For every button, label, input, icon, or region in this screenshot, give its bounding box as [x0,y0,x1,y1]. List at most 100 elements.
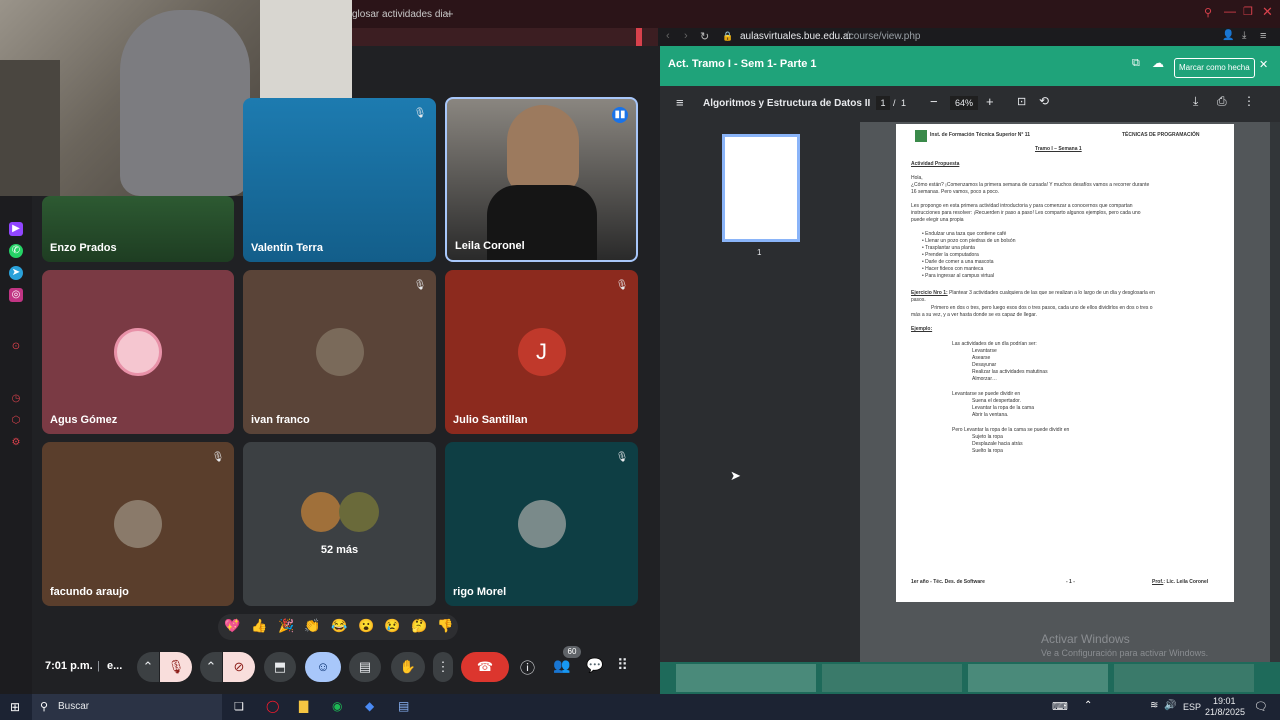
settings-icon[interactable]: ⚙ [9,436,23,450]
pdf-more-icon[interactable]: ⋮ [1243,94,1255,108]
list-item: • Llenar un pozo con piedras de un bolsó… [922,238,1016,244]
participant-tile[interactable]: 🎙 rigo Morel [445,442,638,606]
app-icon[interactable]: ◆ [365,699,374,713]
reaction-clap[interactable]: 👏 [304,618,320,634]
close-icon[interactable]: ✕ [1262,4,1273,20]
file-explorer-icon[interactable]: ▇ [299,699,308,713]
extensions-icon[interactable]: ⬡ [9,414,23,428]
volume-icon[interactable]: 🔊 [1164,700,1176,711]
course-strip [660,662,1280,694]
keyboard-icon[interactable]: ⌨ [1052,700,1068,713]
history-icon[interactable]: ◷ [9,392,23,406]
left-address-bar[interactable] [352,28,658,46]
more-options-button[interactable]: ⋮ [433,652,453,682]
download-icon[interactable]: ⤓ [1242,30,1246,41]
notification-icon[interactable]: 🗨 [1254,700,1268,713]
task-view-icon[interactable]: ❏ [234,700,244,713]
reaction-sad[interactable]: 😢 [384,618,400,634]
download-pdf-icon[interactable]: ⤓ [1193,94,1198,109]
instagram-icon[interactable]: ◎ [9,288,23,302]
reaction-heart[interactable]: 💖 [224,618,240,634]
print-icon[interactable]: ⎙ [1217,94,1227,109]
page-thumbnail[interactable] [722,134,800,242]
rotate-icon[interactable]: ⟲ [1039,94,1049,108]
participant-tile-speaking[interactable]: ▮▮ Leila Coronel [445,97,638,262]
reaction-thinking[interactable]: 🤔 [411,618,427,634]
zoom-out-icon[interactable]: − [930,94,938,109]
info-icon[interactable]: ⓘ [520,657,535,678]
taskbar-search[interactable]: ⚲ Buscar [32,694,222,720]
account-icon[interactable]: 👤 [1222,30,1234,41]
meeting-code[interactable]: e... [107,660,122,672]
music-icon[interactable]: ⊙ [9,340,23,354]
participant-tile[interactable]: Agus Gómez [42,270,234,434]
zoom-input[interactable]: 64% [950,96,978,110]
course-card[interactable] [968,664,1108,692]
telegram-icon[interactable]: ➤ [9,266,23,280]
participant-name: Agus Gómez [50,414,118,426]
participant-tile[interactable]: Enzo Prados [42,196,234,262]
course-card[interactable] [676,664,816,692]
mic-toggle-button[interactable]: 🎙 [160,652,192,682]
clock-date[interactable]: 21/8/2025 [1205,707,1245,717]
participant-tile[interactable]: 🎙 Valentín Terra [243,98,436,262]
windows-start-icon[interactable]: ⊞ [10,700,20,714]
participant-tile[interactable]: 🎙 facundo araujo [42,442,234,606]
tray-chevron-icon[interactable]: ⌃ [1084,700,1092,711]
reaction-thumbs-up[interactable]: 👍 [251,618,267,634]
search-icon[interactable]: ⚲ [1204,6,1212,19]
course-card[interactable] [822,664,962,692]
course-card[interactable] [1114,664,1254,692]
raise-hand-button[interactable]: ✋ [391,652,425,682]
participant-tile[interactable]: J 🎙 Julio Santillan [445,270,638,434]
cloud-download-icon[interactable]: ☁ [1152,56,1164,70]
reaction-surprised[interactable]: 😮 [358,618,374,634]
reaction-party[interactable]: 🎉 [278,618,294,634]
tramo-title: Tramo I – Semana 1 [1035,146,1082,152]
participant-name: Valentín Terra [251,242,323,254]
video-options-button[interactable]: ⌃ [200,652,222,682]
wifi-icon[interactable]: ≋ [1150,700,1158,711]
restore-icon[interactable]: ❐ [1243,5,1253,18]
notepad-icon[interactable]: ▤ [398,699,409,713]
reload-icon[interactable]: ↻ [700,30,709,43]
activation-title: Activar Windows [1041,632,1130,646]
activities-icon[interactable]: ⠿ [617,656,628,674]
twitch-icon[interactable]: ▶ [9,222,23,236]
language-indicator[interactable]: ESP [1183,702,1201,712]
hamburger-icon[interactable]: ≡ [676,95,684,110]
page-current-input[interactable]: 1 [876,96,890,110]
minimize-icon[interactable]: — [1224,4,1236,18]
forward-icon[interactable]: › [684,30,688,42]
camera-toggle-button[interactable]: ⊘ [223,652,255,682]
example-line: Las actividades de un día podrían ser: [952,341,1037,347]
captions-button[interactable]: ▤ [349,652,381,682]
spotify-icon[interactable]: ◉ [332,699,342,713]
present-button[interactable]: ⬒ [264,652,296,682]
fit-page-icon[interactable]: ⊡ [1017,95,1026,108]
audio-options-button[interactable]: ⌃ [137,652,159,682]
people-icon[interactable]: 👥 [553,657,570,674]
mark-done-button[interactable]: Marcar como hecha [1174,58,1255,78]
participant-tile[interactable]: 🎙 ivan franco [243,270,436,434]
more-participants-tile[interactable]: 52 más [243,442,436,606]
chat-icon[interactable]: 💬 [586,657,603,674]
list-item: • Prender la computadora [922,252,979,258]
menu-icon[interactable]: ≡ [1260,30,1266,42]
reaction-thumbs-down[interactable]: 👎 [437,618,453,634]
zoom-in-icon[interactable]: + [986,94,994,109]
paragraph-line: pasos. [911,297,926,303]
thumbnail-label: 1 [757,248,762,257]
address-bar[interactable]: ‹ › ↻ 🔒 aulasvirtuales.bue.edu.ar /cours… [658,28,1280,46]
close-panel-icon[interactable]: ✕ [1259,58,1268,71]
opera-icon[interactable]: ◯ [266,699,279,713]
whatsapp-icon[interactable]: ✆ [9,244,23,258]
browser-tab-title[interactable]: glosar actividades dia [352,9,448,20]
plus-icon[interactable]: + [446,6,454,21]
clock-time[interactable]: 19:01 [1213,696,1236,706]
leave-call-button[interactable]: ☎ [461,652,509,682]
reaction-laugh[interactable]: 😂 [331,618,347,634]
copy-icon[interactable]: ⧉ [1132,57,1140,70]
emoji-button[interactable]: ☺ [305,652,341,682]
back-icon[interactable]: ‹ [666,30,670,42]
